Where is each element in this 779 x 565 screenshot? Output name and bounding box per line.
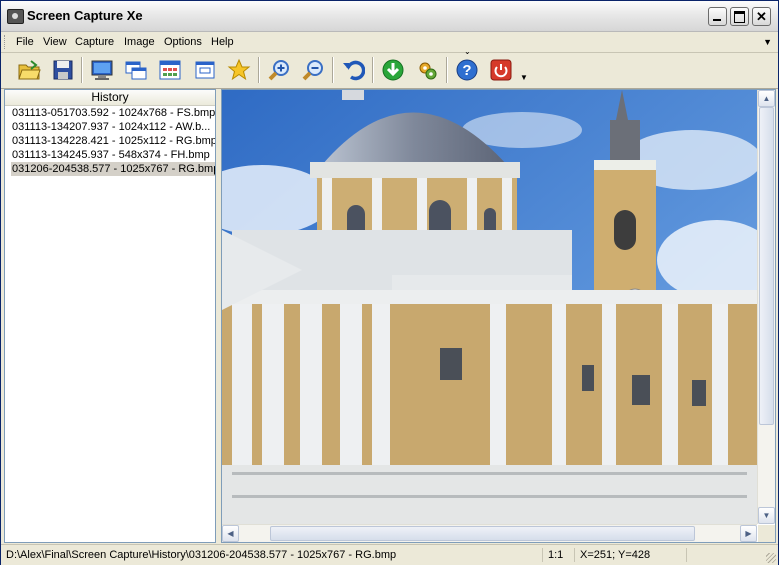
svg-text:?: ? (462, 62, 471, 79)
zoom-in-icon (268, 60, 289, 81)
history-item[interactable]: 031113-134245.937 - 548x374 - FH.bmp (5, 148, 215, 162)
history-item[interactable]: 031113-134207.937 - 1024x112 - AW.b... (5, 120, 215, 134)
history-panel: History 031113-051703.592 - 1024x768 - F… (4, 89, 216, 543)
zoom-out-icon (302, 60, 323, 81)
horizontal-scroll-thumb[interactable] (270, 526, 695, 541)
vertical-scroll-thumb[interactable] (759, 107, 774, 425)
download-button[interactable] (380, 57, 406, 83)
menu-view[interactable]: View (43, 36, 67, 48)
zoom-in-button[interactable] (266, 57, 292, 83)
save-disk-icon (53, 60, 73, 80)
status-coords: X=251; Y=428 (577, 548, 687, 562)
capture-control-icon (195, 61, 215, 79)
menu-chevron-down-icon[interactable]: ▼ (763, 37, 772, 47)
download-icon (382, 59, 404, 81)
history-item[interactable]: 031113-051703.592 - 1024x768 - FS.bmp (5, 106, 215, 120)
toolbar-separator (372, 57, 374, 83)
capture-desktop-icon (91, 60, 113, 80)
status-path: D:\Alex\Final\Screen Capture\History\031… (3, 548, 543, 562)
panel-splitter[interactable] (216, 89, 220, 541)
cursor-marker-icon: ⌄ (464, 47, 471, 56)
help-icon: ? (456, 59, 478, 81)
capture-region-icon (159, 60, 181, 80)
open-folder-icon (18, 60, 41, 80)
save-button[interactable] (50, 57, 76, 83)
menu-options[interactable]: Options (164, 36, 202, 48)
horizontal-scrollbar[interactable]: ◀ ▶ (222, 524, 757, 542)
minimize-button[interactable] (708, 7, 727, 26)
open-folder-button[interactable] (16, 57, 42, 83)
menu-help[interactable]: Help (211, 36, 234, 48)
capture-control-button[interactable] (192, 57, 218, 83)
scroll-up-icon[interactable]: ▲ (758, 90, 775, 107)
favorite-button[interactable] (226, 57, 252, 83)
capture-window-button[interactable] (123, 57, 149, 83)
power-icon (490, 59, 512, 81)
close-icon: ✕ (756, 9, 767, 24)
maximize-button[interactable] (730, 7, 749, 26)
scroll-right-icon[interactable]: ▶ (740, 525, 757, 542)
favorite-star-icon (227, 58, 251, 81)
capture-window-icon (125, 61, 147, 80)
app-window: Screen Capture Xe ✕ File View Capture Im… (0, 0, 779, 565)
toolbar-chevron-down-icon[interactable]: ▼ (520, 73, 528, 82)
status-bar: D:\Alex\Final\Screen Capture\History\031… (1, 544, 778, 565)
toolbar-separator (258, 57, 260, 83)
menu-bar: File View Capture Image Options Help ▼ (1, 32, 778, 53)
camera-app-icon[interactable] (7, 9, 24, 24)
resize-grip-icon[interactable] (766, 553, 776, 563)
menu-image[interactable]: Image (124, 36, 155, 48)
image-viewer: ▲ ▼ ◀ ▶ (221, 89, 776, 543)
menu-grip[interactable] (4, 35, 8, 49)
scroll-down-icon[interactable]: ▼ (758, 507, 775, 524)
close-button[interactable]: ✕ (752, 7, 771, 26)
capture-region-button[interactable] (157, 57, 183, 83)
settings-gear-icon (419, 62, 437, 80)
toolbar: ⌄ ? ▼ (1, 47, 778, 89)
scrollbar-corner (758, 525, 775, 542)
capture-desktop-button[interactable] (89, 57, 115, 83)
scroll-left-icon[interactable]: ◀ (222, 525, 239, 542)
settings-button[interactable] (414, 57, 440, 83)
captured-photo[interactable] (222, 90, 757, 524)
help-button[interactable]: ? (454, 57, 480, 83)
undo-icon (343, 60, 365, 81)
history-item[interactable]: 031113-134228.421 - 1025x112 - RG.bmp (5, 134, 215, 148)
vertical-scrollbar[interactable]: ▲ ▼ (757, 90, 775, 524)
menu-capture[interactable]: Capture (75, 36, 114, 48)
undo-button[interactable] (340, 57, 366, 83)
status-zoom: 1:1 (545, 548, 575, 562)
menu-file[interactable]: File (16, 36, 34, 48)
history-item-selected[interactable]: 031206-204538.577 - 1025x767 - RG.bmp (11, 162, 215, 176)
toolbar-separator (446, 57, 448, 83)
title-bar[interactable]: Screen Capture Xe ✕ (1, 1, 778, 32)
toolbar-separator (81, 57, 83, 83)
history-header[interactable]: History (5, 90, 215, 106)
toolbar-separator (332, 57, 334, 83)
zoom-out-button[interactable] (300, 57, 326, 83)
exit-button[interactable] (488, 57, 514, 83)
window-title: Screen Capture Xe (27, 8, 143, 23)
